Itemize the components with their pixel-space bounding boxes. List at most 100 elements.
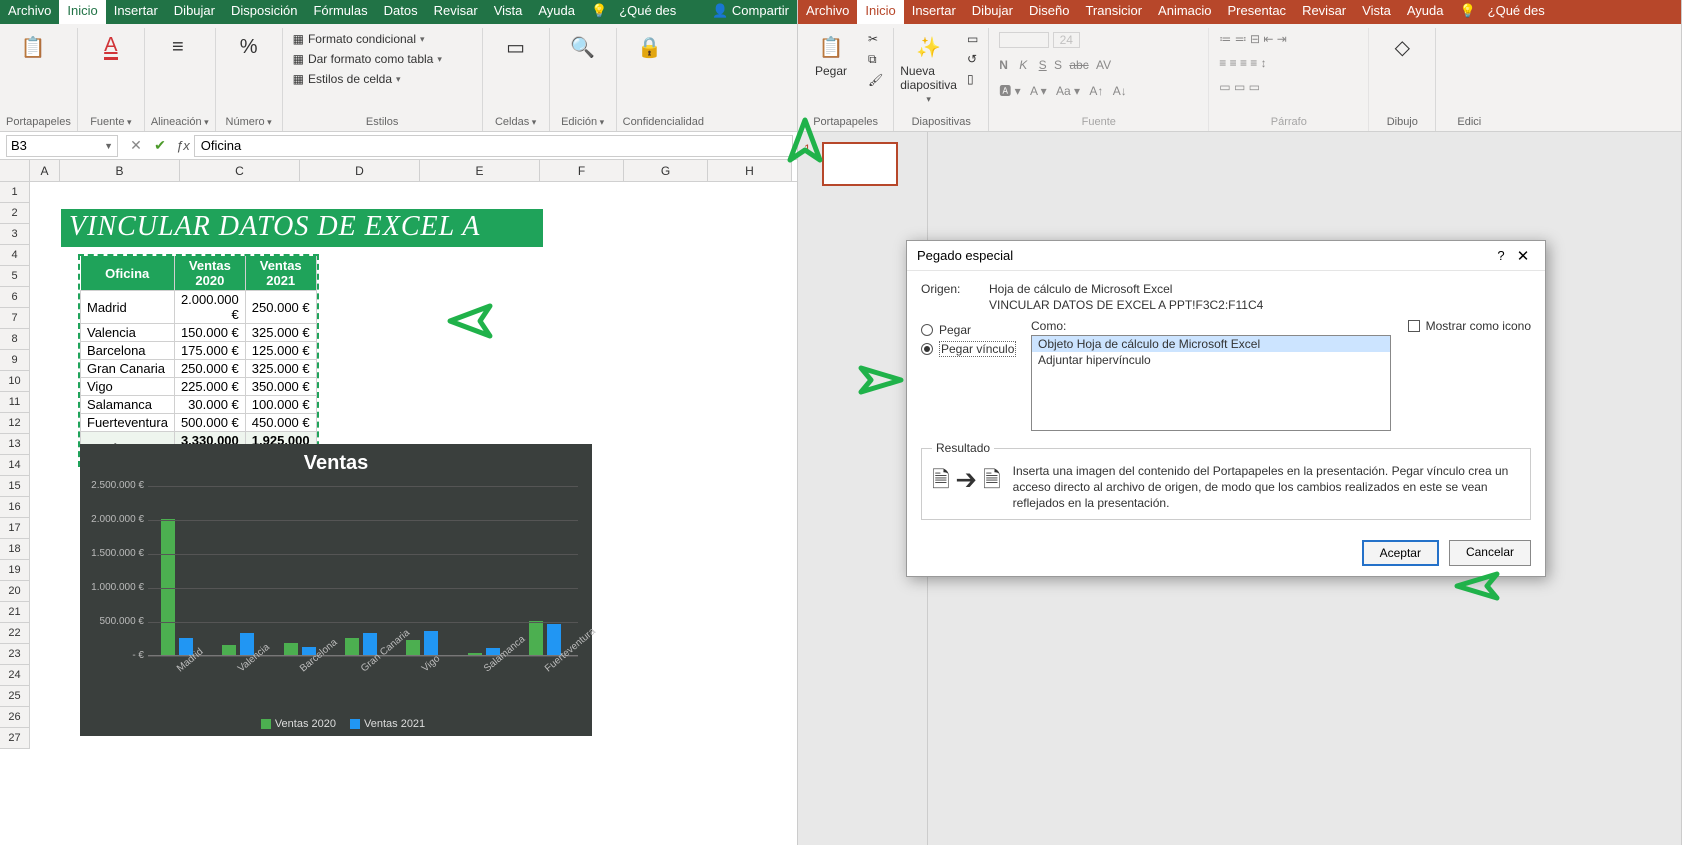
table-row[interactable]: Vigo225.000 €350.000 € (81, 378, 317, 396)
group-label[interactable]: Fuente (84, 113, 138, 131)
font-group[interactable]: A (84, 30, 138, 62)
row-header[interactable]: 22 (0, 623, 30, 644)
paste-as-list[interactable]: Objeto Hoja de cálculo de Microsoft Exce… (1031, 335, 1391, 431)
paste-button[interactable]: 📋 (6, 30, 60, 62)
tab-archivo[interactable]: Archivo (0, 0, 59, 24)
row-header[interactable]: 23 (0, 644, 30, 665)
radio-paste[interactable]: Pegar (921, 323, 1017, 337)
cell-styles[interactable]: ▦Estilos de celda (289, 70, 446, 88)
table-row[interactable]: Gran Canaria250.000 €325.000 € (81, 360, 317, 378)
group-label[interactable]: Celdas (489, 113, 543, 131)
paste-button[interactable]: 📋Pegar (804, 30, 858, 78)
row-header[interactable]: 20 (0, 581, 30, 602)
tell-me[interactable]: ¿Qué des (1480, 0, 1553, 24)
row-header[interactable]: 9 (0, 350, 30, 371)
tab-dibujar[interactable]: Dibujar (964, 0, 1021, 24)
radio-paste-link[interactable]: Pegar vínculo (921, 341, 1017, 357)
row-header[interactable]: 8 (0, 329, 30, 350)
tab-presentac[interactable]: Presentac (1220, 0, 1295, 24)
tab-dibujar[interactable]: Dibujar (166, 0, 223, 24)
row-header[interactable]: 10 (0, 371, 30, 392)
tab-animacio[interactable]: Animacio (1150, 0, 1219, 24)
tab-inicio[interactable]: Inicio (857, 0, 903, 24)
number-group[interactable]: % (222, 30, 276, 62)
row-header[interactable]: 15 (0, 476, 30, 497)
align-group[interactable]: ≡ (151, 30, 205, 62)
formula-input[interactable]: Oficina (194, 135, 793, 157)
row-header[interactable]: 18 (0, 539, 30, 560)
col-header[interactable]: C (180, 160, 300, 181)
row-header[interactable]: 17 (0, 518, 30, 539)
accept-icon[interactable]: ✔ (148, 137, 172, 154)
list-item[interactable]: Objeto Hoja de cálculo de Microsoft Exce… (1032, 336, 1390, 352)
tab-revisar[interactable]: Revisar (426, 0, 486, 24)
tab-datos[interactable]: Datos (376, 0, 426, 24)
accept-button[interactable]: Aceptar (1362, 540, 1439, 566)
col-header[interactable]: H (708, 160, 792, 181)
row-header[interactable]: 4 (0, 245, 30, 266)
show-as-icon-checkbox[interactable]: Mostrar como icono (1408, 319, 1531, 333)
table-row[interactable]: Barcelona175.000 €125.000 € (81, 342, 317, 360)
table-row[interactable]: Madrid2.000.000 €250.000 € (81, 291, 317, 324)
row-header[interactable]: 6 (0, 287, 30, 308)
close-icon[interactable]: ✕ (1511, 247, 1535, 265)
col-header[interactable]: D (300, 160, 420, 181)
help-icon[interactable]: ? (1491, 248, 1511, 263)
tab-revisar[interactable]: Revisar (1294, 0, 1354, 24)
spreadsheet-grid[interactable]: ABCDEFGH 1234567891011121314151617181920… (0, 160, 797, 845)
tab-disposición[interactable]: Disposición (223, 0, 305, 24)
share-button[interactable]: 👤 Compartir (704, 0, 797, 24)
col-header[interactable]: B (60, 160, 180, 181)
tab-fórmulas[interactable]: Fórmulas (305, 0, 375, 24)
tab-diseño[interactable]: Diseño (1021, 0, 1077, 24)
col-header[interactable]: F (540, 160, 624, 181)
sales-chart[interactable]: Ventas Ventas 2020Ventas 2021 - €500.000… (80, 444, 592, 736)
col-header[interactable]: E (420, 160, 540, 181)
tell-me[interactable]: ¿Qué des (611, 0, 684, 24)
data-table[interactable]: OficinaVentas 2020Ventas 2021Madrid2.000… (78, 254, 319, 467)
drawing-group[interactable]: ◇ (1375, 30, 1429, 62)
editing-group[interactable] (1442, 30, 1496, 62)
tab-vista[interactable]: Vista (1354, 0, 1399, 24)
row-header[interactable]: 5 (0, 266, 30, 287)
group-label[interactable]: Edición (556, 113, 610, 131)
row-header[interactable]: 19 (0, 560, 30, 581)
tab-insertar[interactable]: Insertar (106, 0, 166, 24)
tab-archivo[interactable]: Archivo (798, 0, 857, 24)
reset-icon[interactable]: ↺ (963, 50, 982, 68)
font-size-combo[interactable]: 24 (1053, 32, 1080, 48)
name-box[interactable]: B3▼ (6, 135, 118, 157)
cut-icon[interactable]: ✂ (864, 30, 887, 48)
group-label[interactable]: Número (222, 113, 276, 131)
table-row[interactable]: Fuerteventura500.000 €450.000 € (81, 414, 317, 432)
col-header[interactable]: G (624, 160, 708, 181)
row-header[interactable]: 21 (0, 602, 30, 623)
new-slide-button[interactable]: ✨Nueva diapositiva (900, 30, 957, 105)
tab-inicio[interactable]: Inicio (59, 0, 105, 24)
list-item[interactable]: Adjuntar hipervínculo (1032, 352, 1390, 368)
row-header[interactable]: 26 (0, 707, 30, 728)
tab-ayuda[interactable]: Ayuda (530, 0, 583, 24)
col-header[interactable]: A (30, 160, 60, 181)
cancel-button[interactable]: Cancelar (1449, 540, 1531, 566)
conditional-format[interactable]: ▦Formato condicional (289, 30, 446, 48)
row-header[interactable]: 1 (0, 182, 30, 203)
row-header[interactable]: 3 (0, 224, 30, 245)
format-as-table[interactable]: ▦Dar formato como tabla (289, 50, 446, 68)
row-header[interactable]: 2 (0, 203, 30, 224)
row-header[interactable]: 13 (0, 434, 30, 455)
row-header[interactable]: 16 (0, 497, 30, 518)
row-header[interactable]: 7 (0, 308, 30, 329)
cells-group[interactable]: ▭ (489, 30, 543, 62)
row-header[interactable]: 12 (0, 413, 30, 434)
section-icon[interactable]: ▯ (963, 70, 982, 88)
row-header[interactable]: 14 (0, 455, 30, 476)
copy-icon[interactable]: ⧉ (864, 50, 887, 69)
row-header[interactable]: 25 (0, 686, 30, 707)
tab-insertar[interactable]: Insertar (904, 0, 964, 24)
row-header[interactable]: 11 (0, 392, 30, 413)
row-header[interactable]: 27 (0, 728, 30, 749)
editing-group[interactable]: 🔍 (556, 30, 610, 62)
table-row[interactable]: Salamanca30.000 €100.000 € (81, 396, 317, 414)
tab-transicior[interactable]: Transicior (1077, 0, 1150, 24)
